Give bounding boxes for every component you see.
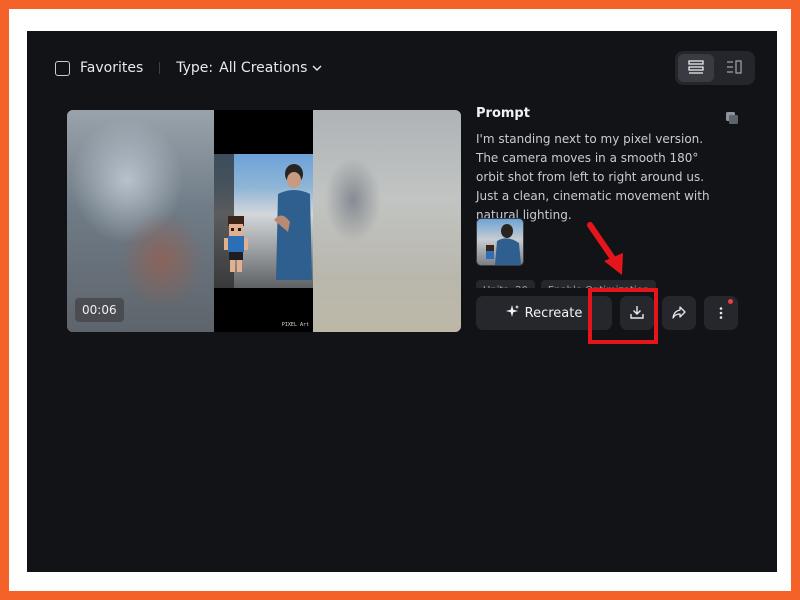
favorites-checkbox[interactable] xyxy=(55,60,70,76)
reference-image-thumbnail[interactable] xyxy=(476,218,524,266)
share-button[interactable] xyxy=(662,296,696,330)
recreate-label: Recreate xyxy=(524,305,583,321)
pixel-character xyxy=(224,216,248,272)
red-arrow-annotation xyxy=(587,222,623,275)
tag-optimization: Enable Optimization xyxy=(540,280,657,288)
tag-units: Units: 20 xyxy=(476,280,535,288)
filter-toolbar: Favorites Type: All Creations xyxy=(55,58,322,78)
more-icon xyxy=(719,304,723,323)
download-highlight-box xyxy=(588,288,658,344)
type-filter-prefix: Type: xyxy=(176,60,214,76)
creations-panel: Favorites Type: All Creations PIXEL Art … xyxy=(27,31,777,572)
favorites-label[interactable]: Favorites xyxy=(80,60,143,76)
reference-image-content xyxy=(486,224,521,265)
share-icon xyxy=(672,304,686,323)
video-scene xyxy=(214,154,313,288)
creation-tags: Units: 20 Enable Optimization xyxy=(476,278,706,288)
prompt-text: I'm standing next to my pixel version. T… xyxy=(476,132,710,222)
person-figure xyxy=(274,164,312,280)
creation-details: Prompt I'm standing next to my pixel ver… xyxy=(476,106,739,288)
video-preview[interactable]: PIXEL Art 00:06 xyxy=(67,110,461,332)
type-filter-dropdown[interactable]: All Creations xyxy=(219,60,307,76)
more-options-button[interactable] xyxy=(704,296,738,330)
notification-dot xyxy=(728,299,733,304)
sparkle-icon xyxy=(505,304,519,322)
toolbar-divider xyxy=(159,62,161,74)
blurred-background-right xyxy=(313,110,461,332)
view-mode-toggle xyxy=(675,51,755,85)
video-watermark: PIXEL Art xyxy=(281,322,309,328)
prompt-heading: Prompt xyxy=(476,106,530,121)
grid-view-icon xyxy=(726,59,742,78)
list-view-button[interactable] xyxy=(678,54,714,82)
video-frame: PIXEL Art xyxy=(214,110,313,332)
list-view-icon xyxy=(688,59,704,78)
grid-view-button[interactable] xyxy=(716,54,752,82)
chevron-down-icon[interactable] xyxy=(312,65,322,71)
video-duration-badge: 00:06 xyxy=(75,298,124,322)
copy-icon[interactable] xyxy=(725,110,739,129)
